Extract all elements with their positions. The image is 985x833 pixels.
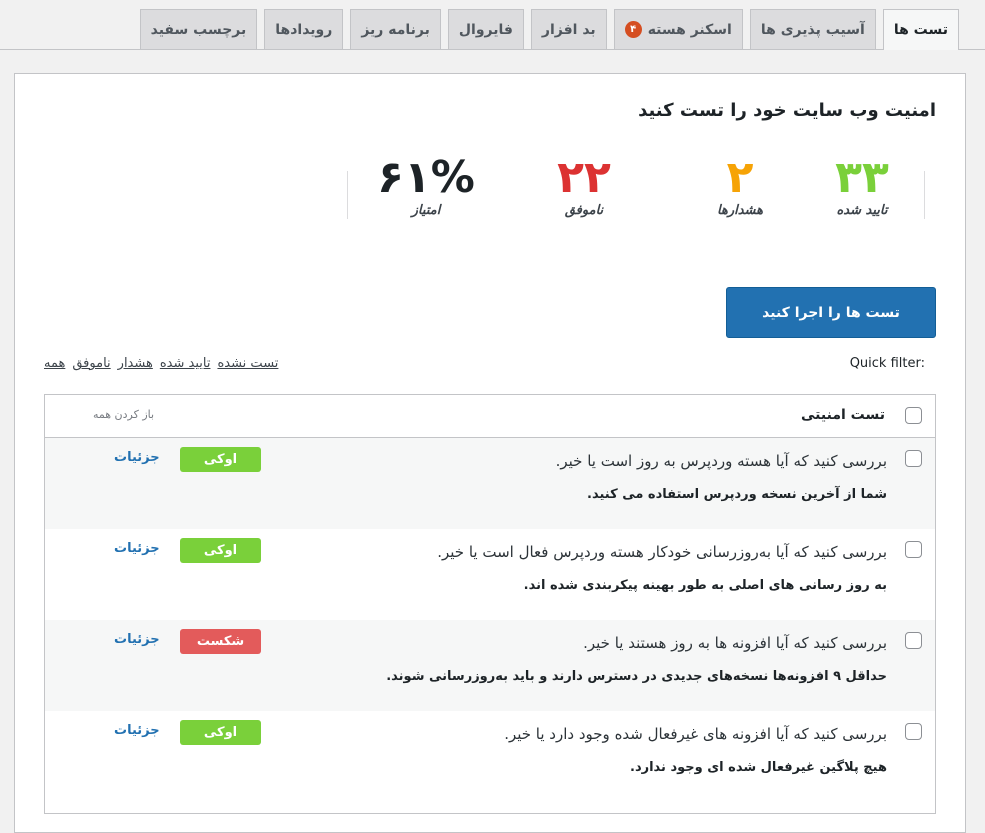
test-result-text: شما از آخرین نسخه وردپرس استفاده می کنید… bbox=[587, 487, 887, 502]
tab-3[interactable]: بد افزار bbox=[530, 9, 607, 49]
status-badge: اوکی bbox=[180, 538, 261, 563]
stat-warnings-label: هشدارها bbox=[717, 203, 763, 218]
quick-filter-label: Quick filter: bbox=[849, 356, 925, 371]
stat-passed-label: تایید شده bbox=[836, 203, 888, 218]
filter-untested[interactable]: تست نشده bbox=[217, 356, 278, 371]
stat-passed-value: ۳۳ bbox=[835, 152, 889, 203]
tab-1[interactable]: آسیب پذیری ها bbox=[749, 9, 876, 49]
tests-table: تست امنیتی باز کردن همه بررسی کنید که آی… bbox=[44, 394, 936, 814]
tab-label: آسیب پذیری ها bbox=[760, 21, 865, 38]
table-row: بررسی کنید که آیا هسته وردپرس به روز است… bbox=[45, 438, 935, 529]
filter-all[interactable]: همه bbox=[44, 356, 65, 371]
tabs-divider bbox=[0, 49, 985, 50]
filter-passed[interactable]: تایید شده bbox=[160, 356, 211, 371]
stat-score: ۶۱% امتیاز bbox=[366, 152, 486, 219]
stat-divider bbox=[347, 171, 348, 219]
details-link[interactable]: جزئیات bbox=[114, 541, 160, 556]
tab-bar: تست ها آسیب پذیری ها اسکنر هسته ۴ بد افزار فا… bbox=[139, 9, 959, 50]
tab-7[interactable]: برچسب سفید bbox=[139, 9, 258, 49]
row-checkbox[interactable] bbox=[905, 541, 922, 558]
row-checkbox[interactable] bbox=[905, 450, 922, 467]
details-link[interactable]: جزئیات bbox=[114, 723, 160, 738]
stat-divider bbox=[924, 171, 925, 219]
row-checkbox[interactable] bbox=[905, 723, 922, 740]
test-result-text: حداقل ۹ افزونه‌ها نسخه‌های جدیدی در دستر… bbox=[386, 669, 887, 684]
stat-score-label: امتیاز bbox=[411, 203, 441, 218]
tab-label: تست ها bbox=[893, 22, 948, 38]
tab-5[interactable]: برنامه ریز bbox=[350, 9, 441, 49]
filter-warning[interactable]: هشدار bbox=[118, 356, 153, 371]
expand-all-link[interactable]: باز کردن همه bbox=[93, 408, 154, 421]
tab-4[interactable]: فایروال bbox=[447, 9, 524, 49]
table-row: بررسی کنید که آیا افزونه های غیرفعال شده… bbox=[45, 711, 935, 802]
tab-count-badge: ۴ bbox=[624, 21, 642, 38]
page-title: امنیت وب سایت خود را تست کنید bbox=[638, 100, 936, 121]
table-row: بررسی کنید که آیا افزونه ها به روز هستند… bbox=[45, 620, 935, 711]
tab-label: بد افزار bbox=[541, 21, 596, 38]
tab-2[interactable]: اسکنر هسته ۴ bbox=[613, 9, 743, 49]
stats-bar: ۳۳ تایید شده ۲ هشدارها ۲۲ ناموفق ۶۱% امت… bbox=[347, 153, 925, 220]
header-security-test: تست امنیتی bbox=[801, 407, 885, 423]
stat-failed: ۲۲ ناموفق bbox=[524, 152, 644, 219]
status-badge: اوکی bbox=[180, 720, 261, 745]
stat-warnings-value: ۲ bbox=[726, 152, 754, 203]
stat-passed: ۳۳ تایید شده bbox=[802, 152, 922, 219]
tab-label: فایروال bbox=[458, 21, 513, 38]
tab-label: برنامه ریز bbox=[361, 21, 430, 38]
tab-label: برچسب سفید bbox=[150, 21, 247, 38]
filter-failed[interactable]: ناموفق bbox=[72, 356, 110, 371]
run-tests-button[interactable]: تست ها را اجرا کنید bbox=[726, 287, 936, 338]
test-title: بررسی کنید که آیا افزونه های غیرفعال شده… bbox=[504, 725, 887, 743]
test-result-text: هیچ پلاگین غیرفعال شده ای وجود ندارد. bbox=[630, 760, 887, 775]
details-link[interactable]: جزئیات bbox=[114, 450, 160, 465]
stat-warnings: ۲ هشدارها bbox=[680, 152, 800, 219]
status-badge: شکست bbox=[180, 629, 261, 654]
table-row: بررسی کنید که آیا به‌روزرسانی خودکار هست… bbox=[45, 529, 935, 620]
test-title: بررسی کنید که آیا افزونه ها به روز هستند… bbox=[583, 634, 887, 652]
table-header: تست امنیتی باز کردن همه bbox=[45, 395, 935, 438]
stat-failed-label: ناموفق bbox=[564, 203, 604, 218]
test-title: بررسی کنید که آیا هسته وردپرس به روز است… bbox=[555, 452, 887, 470]
stat-score-value: ۶۱% bbox=[377, 152, 475, 203]
row-checkbox[interactable] bbox=[905, 632, 922, 649]
quick-filter-links: تست نشده تایید شده هشدار ناموفق همه bbox=[44, 356, 278, 371]
tab-0[interactable]: تست ها bbox=[882, 9, 959, 50]
select-all-checkbox[interactable] bbox=[905, 407, 922, 424]
test-title: بررسی کنید که آیا به‌روزرسانی خودکار هست… bbox=[437, 543, 887, 561]
stat-failed-value: ۲۲ bbox=[557, 152, 611, 203]
tab-label: اسکنر هسته bbox=[647, 21, 732, 38]
test-result-text: به روز رسانی های اصلی به طور بهینه پیکرب… bbox=[523, 578, 887, 593]
details-link[interactable]: جزئیات bbox=[114, 632, 160, 647]
tab-6[interactable]: رویدادها bbox=[264, 9, 344, 49]
tab-label: رویدادها bbox=[275, 21, 333, 38]
status-badge: اوکی bbox=[180, 447, 261, 472]
